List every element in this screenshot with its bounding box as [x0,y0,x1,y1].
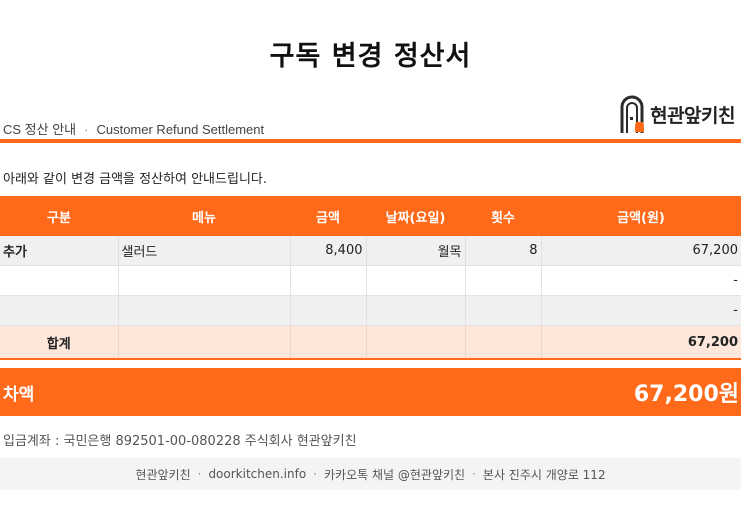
cell-amount: - [541,295,741,326]
footer-separator: · [472,467,476,481]
cell-count: 8 [465,236,542,266]
subtitle-korean: CS 정산 안내 [3,122,77,137]
footer-kakao-channel: 카카오톡 채널 @현관앞키친 [324,467,466,482]
total-label: 합계 [0,325,119,360]
brand-logo: 현관앞키친 [618,92,735,136]
subtitle-english: Customer Refund Settlement [96,122,265,137]
cell-price [290,295,367,326]
table-row: - [0,265,741,296]
total-row: 합계 67,200 [0,325,741,360]
table-row: 추가 샐러드 8,400 월목 8 67,200 [0,236,741,266]
cell-menu [118,265,291,296]
cell-type [0,265,119,296]
cell-count [465,295,542,326]
table-header-row: 구분 메뉴 금액 날짜(요일) 횟수 금액(원) [0,196,741,236]
footer-separator: · [197,467,202,481]
header-price: 금액 [290,196,366,236]
footer-company: 현관앞키친 [135,467,191,482]
cell-day [366,295,466,326]
header-count: 횟수 [465,196,541,236]
cell-type [0,295,119,326]
difference-label: 차액 [3,384,35,405]
document-title: 구독 변경 정산서 [269,41,472,72]
accent-divider [0,139,741,143]
header-day: 날짜(요일) [366,196,465,236]
document-subtitle: CS 정산 안내 · Customer Refund Settlement [3,119,264,138]
total-empty-cell [366,325,466,360]
footer-website: doorkitchen.info [208,467,307,481]
header-menu: 메뉴 [118,196,290,236]
footer: 현관앞키친 · doorkitchen.info · 카카오톡 채널 @현관앞키… [0,458,741,490]
brand-name: 현관앞키친 [650,104,735,127]
cell-menu: 샐러드 [118,236,291,266]
total-empty-cell [118,325,291,360]
footer-address: 본사 진주시 개양로 112 [482,467,606,482]
cell-amount: 67,200 [541,236,741,266]
header-type: 구분 [0,196,118,236]
settlement-table: 구분 메뉴 금액 날짜(요일) 횟수 금액(원) 추가 샐러드 8,400 월목… [0,196,741,360]
total-amount: 67,200 [541,325,741,360]
table-row: - [0,295,741,326]
cell-day: 월목 [366,236,466,266]
cell-price: 8,400 [290,236,367,266]
bank-account-info: 입금계좌 : 국민은행 892501-00-080228 주식회사 현관앞키친 [3,434,357,449]
cell-amount: - [541,265,741,296]
door-kitchen-logo-icon [620,95,645,133]
subtitle-separator: · [84,122,89,137]
cell-price [290,265,367,296]
intro-text: 아래와 같이 변경 금액을 정산하여 안내드립니다. [3,172,267,187]
cell-day [366,265,466,296]
difference-bar: 차액 67,200원 [0,368,741,416]
cell-count [465,265,542,296]
difference-value: 67,200원 [633,382,739,407]
header-amount: 금액(원) [541,196,741,236]
cell-menu [118,295,291,326]
cell-type: 추가 [0,236,119,266]
footer-separator: · [313,467,317,481]
total-empty-cell [290,325,367,360]
total-empty-cell [465,325,542,360]
